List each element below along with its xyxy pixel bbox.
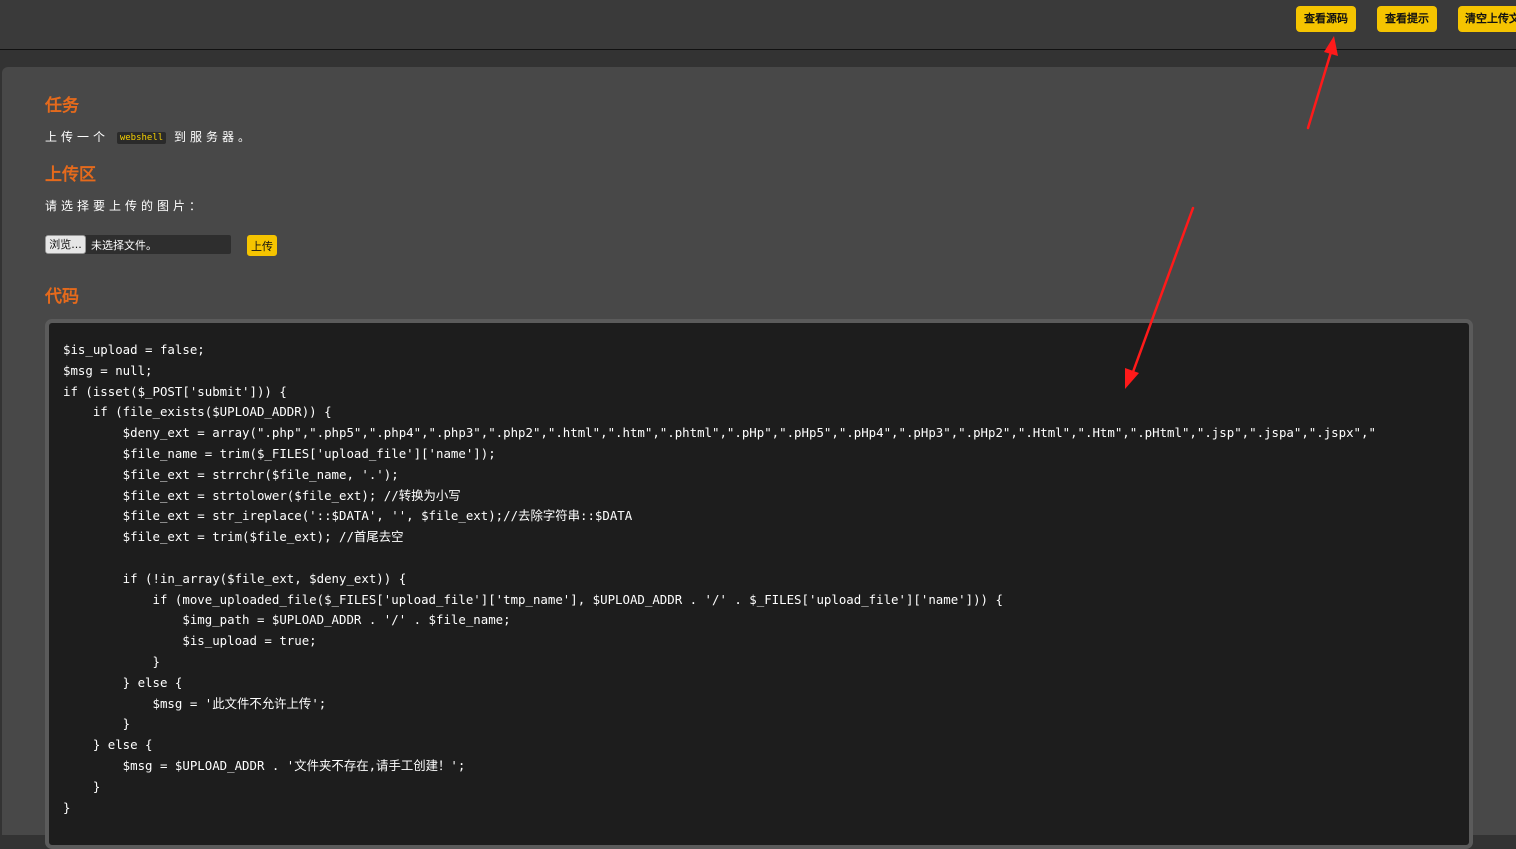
- top-bar: 查看源码 查看提示 清空上传文: [0, 0, 1516, 50]
- file-input[interactable]: 浏览... 未选择文件。: [45, 235, 231, 254]
- task-text-before: 上传一个: [45, 130, 110, 144]
- task-description: 上传一个 webshell 到服务器。: [45, 128, 254, 145]
- clear-uploads-button[interactable]: 清空上传文: [1458, 6, 1516, 32]
- no-file-selected-text: 未选择文件。: [91, 239, 157, 252]
- source-code-block: $is_upload = false; $msg = null; if (iss…: [45, 319, 1473, 849]
- task-text-after: 到服务器。: [174, 130, 255, 144]
- upload-heading: 上传区: [45, 165, 96, 185]
- webshell-code-tag: webshell: [116, 132, 167, 144]
- upload-prompt: 请选择要上传的图片：: [45, 199, 206, 213]
- source-code-text: $is_upload = false; $msg = null; if (iss…: [63, 342, 1376, 815]
- browse-button[interactable]: 浏览...: [45, 235, 86, 254]
- view-hint-button[interactable]: 查看提示: [1377, 6, 1437, 32]
- view-source-button[interactable]: 查看源码: [1296, 6, 1356, 32]
- code-heading: 代码: [45, 287, 79, 307]
- task-heading: 任务: [45, 96, 79, 116]
- upload-submit-button[interactable]: 上传: [247, 235, 277, 256]
